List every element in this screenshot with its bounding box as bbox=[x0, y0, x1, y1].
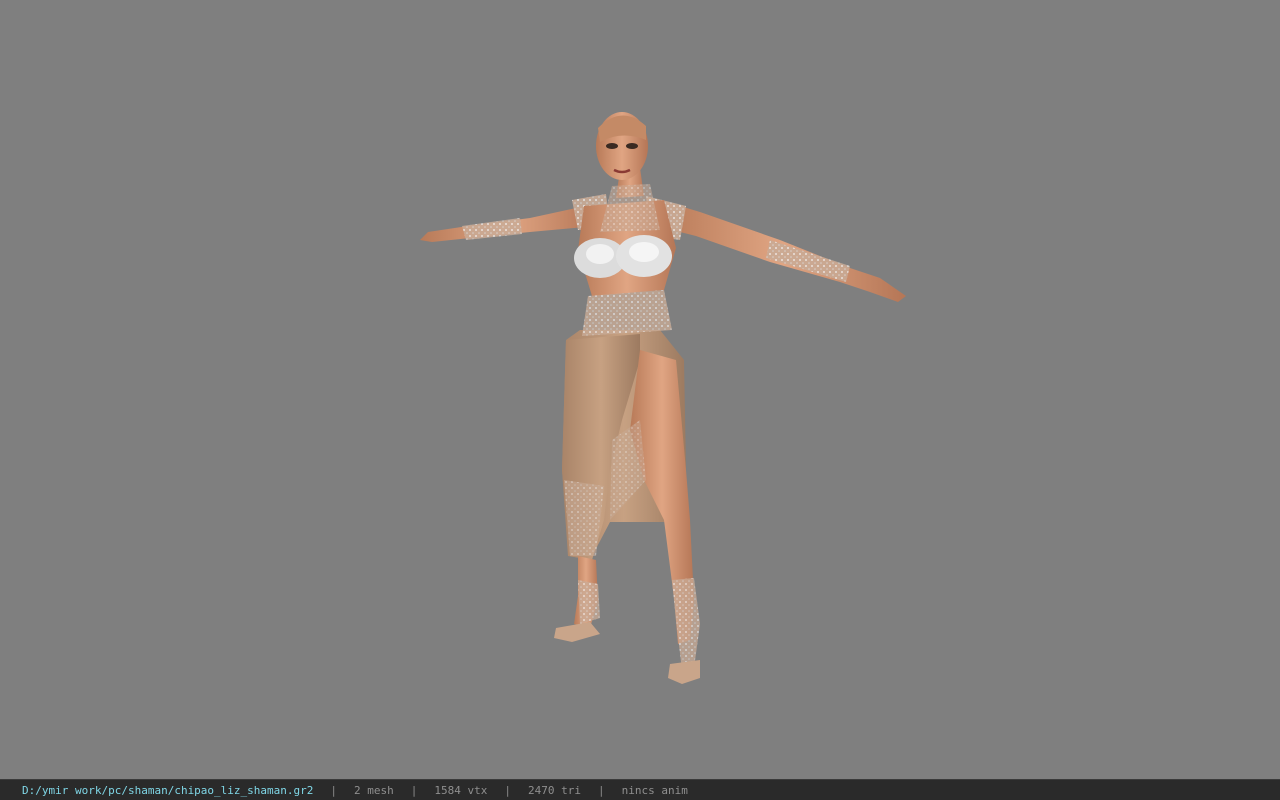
separator: | bbox=[330, 783, 338, 797]
triangle-count-label: 2470 tri bbox=[528, 783, 581, 797]
character-model-icon bbox=[420, 112, 906, 684]
file-path-label: D:/ymir work/pc/shaman/chipao_liz_shaman… bbox=[22, 783, 314, 797]
separator: | bbox=[410, 783, 418, 797]
mesh-count-label: 2 mesh bbox=[354, 783, 394, 797]
status-bar: D:/ymir work/pc/shaman/chipao_liz_shaman… bbox=[0, 779, 1280, 800]
vertex-count-label: 1584 vtx bbox=[434, 783, 488, 797]
separator: | bbox=[504, 783, 512, 797]
animation-label: nincs anim bbox=[621, 783, 688, 797]
3d-viewport[interactable] bbox=[0, 0, 1280, 779]
separator: | bbox=[598, 783, 605, 797]
